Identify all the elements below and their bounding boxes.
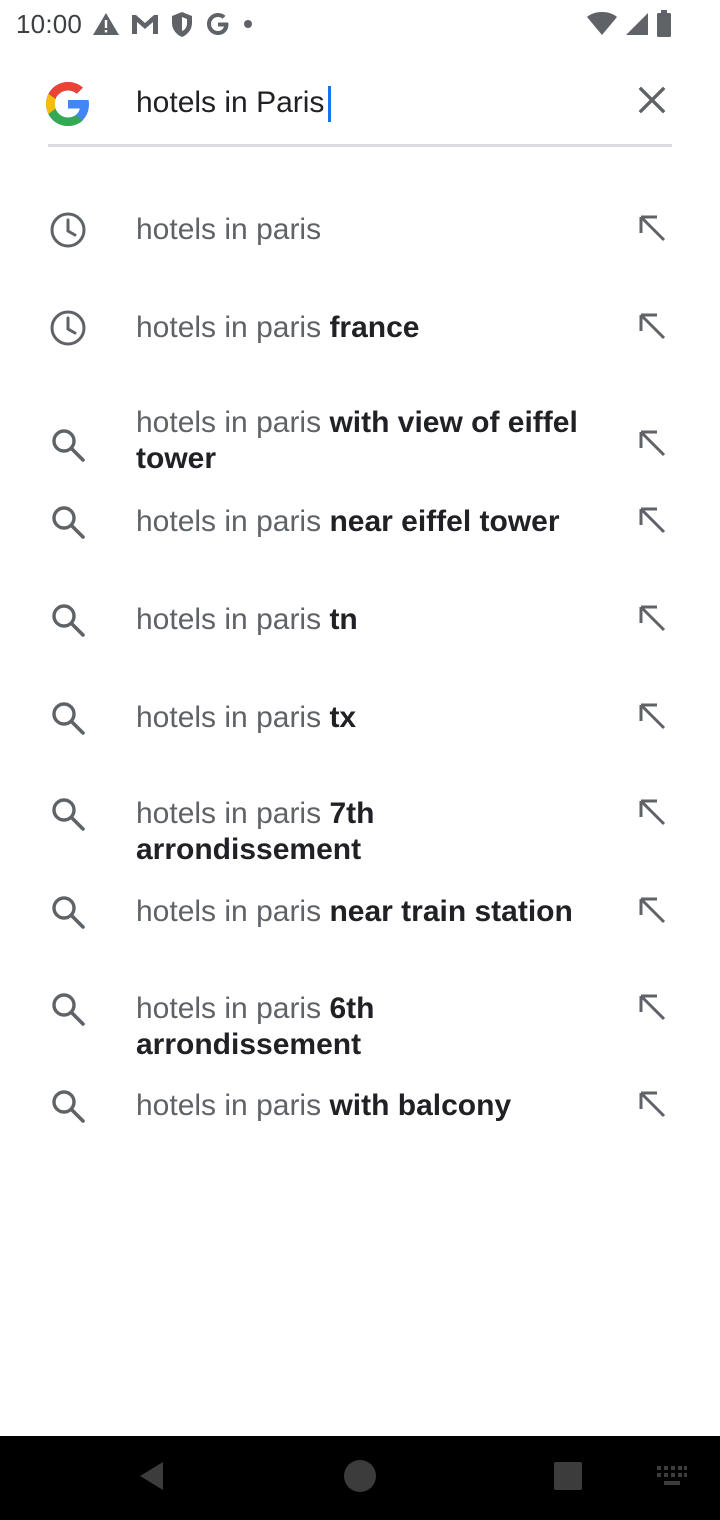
system-icons xyxy=(586,8,672,40)
suggestion-item[interactable]: hotels in paris xyxy=(0,200,720,260)
nav-recents-button[interactable] xyxy=(526,1436,610,1520)
text-cursor xyxy=(328,86,331,122)
search-icon xyxy=(46,987,90,1031)
fill-query-button[interactable] xyxy=(628,498,676,546)
suggestion-text: hotels in paris france xyxy=(136,310,606,346)
suggestion-text: hotels in paris with balcony xyxy=(136,1088,606,1124)
fill-query-button[interactable] xyxy=(628,596,676,644)
suggestion-item[interactable]: hotels in paris 7th arrondissement xyxy=(0,784,720,866)
home-icon xyxy=(341,1457,379,1500)
arrow-up-left-icon xyxy=(637,797,667,832)
arrow-up-left-icon xyxy=(637,701,667,736)
navigation-bar xyxy=(0,1436,720,1520)
suggestion-prefix: hotels in paris xyxy=(136,992,322,1025)
nav-back-button[interactable] xyxy=(110,1436,194,1520)
fill-query-button[interactable] xyxy=(628,206,676,254)
status-time: 10:00 xyxy=(16,9,83,39)
arrow-up-left-icon xyxy=(637,603,667,638)
dot-icon xyxy=(242,18,254,30)
fill-query-button[interactable] xyxy=(628,304,676,352)
suggestion-item[interactable]: hotels in paris 6th arrondissement xyxy=(0,979,720,1061)
google-icon xyxy=(204,10,232,38)
arrow-up-left-icon xyxy=(637,505,667,540)
search-icon xyxy=(46,696,90,740)
shield-icon xyxy=(170,10,194,38)
suggestion-prefix: hotels in paris xyxy=(136,505,322,538)
history-icon xyxy=(46,306,90,350)
keyboard-icon xyxy=(656,1465,688,1492)
search-input[interactable] xyxy=(136,82,606,124)
suggestion-suffix: tn xyxy=(321,603,358,636)
notification-icons xyxy=(92,8,254,40)
battery-icon xyxy=(656,10,672,38)
suggestion-prefix: hotels in paris xyxy=(136,406,322,439)
suggestion-item[interactable]: hotels in paris tx xyxy=(0,688,720,748)
suggestion-text: hotels in paris xyxy=(136,212,606,248)
recents-icon xyxy=(553,1461,583,1496)
gmail-icon xyxy=(130,12,160,36)
search-icon xyxy=(46,423,90,467)
google-logo xyxy=(44,80,92,128)
history-icon xyxy=(46,208,90,252)
suggestion-text: hotels in paris tx xyxy=(136,700,606,736)
suggestion-text: hotels in paris 6th arrondissement xyxy=(136,991,606,1063)
wifi-icon xyxy=(586,11,618,37)
arrow-up-left-icon xyxy=(637,311,667,346)
search-icon xyxy=(46,598,90,642)
suggestion-prefix: hotels in paris xyxy=(136,1089,322,1122)
arrow-up-left-icon xyxy=(637,992,667,1027)
fill-query-button[interactable] xyxy=(628,1082,676,1130)
arrow-up-left-icon xyxy=(637,428,667,463)
suggestion-prefix: hotels in paris xyxy=(136,213,322,246)
suggestion-suffix: tx xyxy=(321,701,357,734)
suggestion-item[interactable]: hotels in paris tn xyxy=(0,590,720,650)
close-icon xyxy=(637,85,667,120)
suggestion-item[interactable]: hotels in paris near eiffel tower xyxy=(0,492,720,552)
search-icon xyxy=(46,792,90,836)
search-icon xyxy=(46,500,90,544)
suggestion-item[interactable]: hotels in paris with balcony xyxy=(0,1076,720,1136)
suggestion-item[interactable]: hotels in paris france xyxy=(0,298,720,358)
nav-home-button[interactable] xyxy=(318,1436,402,1520)
suggestion-prefix: hotels in paris xyxy=(136,701,322,734)
suggestion-prefix: hotels in paris xyxy=(136,895,322,928)
suggestion-suffix: with balcony xyxy=(321,1089,512,1122)
search-underline xyxy=(48,144,672,147)
suggestion-text: hotels in paris near train station xyxy=(136,894,606,930)
suggestion-prefix: hotels in paris xyxy=(136,603,322,636)
suggestion-text: hotels in paris 7th arrondissement xyxy=(136,796,606,868)
fill-query-button[interactable] xyxy=(628,985,676,1033)
search-icon xyxy=(46,1084,90,1128)
fill-query-button[interactable] xyxy=(628,421,676,469)
suggestion-prefix: hotels in paris xyxy=(136,797,322,830)
nav-keyboard-button[interactable] xyxy=(630,1436,714,1520)
suggestion-suffix: near eiffel tower xyxy=(321,505,560,538)
alert-icon xyxy=(92,11,120,37)
arrow-up-left-icon xyxy=(637,895,667,930)
search-icon xyxy=(46,890,90,934)
suggestion-item[interactable]: hotels in paris near train station xyxy=(0,882,720,942)
suggestion-suffix: near train station xyxy=(321,895,573,928)
clear-search-button[interactable] xyxy=(624,78,680,126)
signal-icon xyxy=(624,11,650,37)
fill-query-button[interactable] xyxy=(628,790,676,838)
arrow-up-left-icon xyxy=(637,1089,667,1124)
suggestion-prefix: hotels in paris xyxy=(136,311,322,344)
arrow-up-left-icon xyxy=(637,213,667,248)
status-bar: 10:00 xyxy=(0,0,720,48)
back-icon xyxy=(136,1459,168,1498)
fill-query-button[interactable] xyxy=(628,888,676,936)
suggestion-text: hotels in paris tn xyxy=(136,602,606,638)
suggestion-suffix: france xyxy=(321,311,420,344)
fill-query-button[interactable] xyxy=(628,694,676,742)
suggestion-item[interactable]: hotels in paris with view of eiffel towe… xyxy=(0,395,720,491)
search-header xyxy=(0,48,720,158)
suggestion-text: hotels in paris near eiffel tower xyxy=(136,504,606,540)
suggestion-text: hotels in paris with view of eiffel towe… xyxy=(136,405,606,477)
